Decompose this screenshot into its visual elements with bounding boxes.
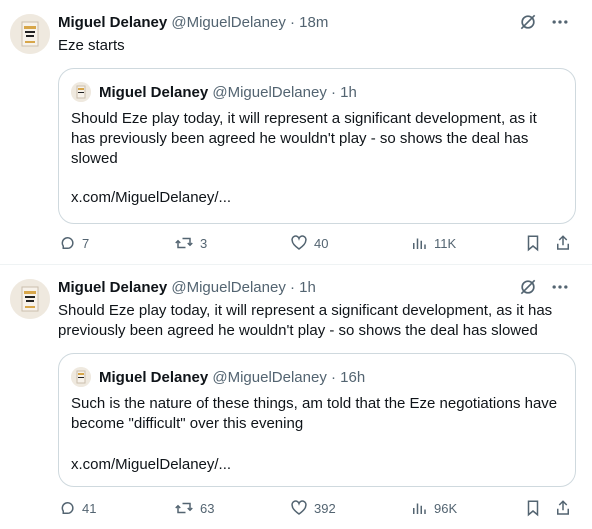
views-button[interactable]: 96K (410, 499, 457, 517)
reply-button[interactable]: 7 (58, 234, 89, 252)
repost-count: 3 (200, 235, 208, 251)
like-button[interactable]: 40 (290, 234, 328, 252)
reply-button[interactable]: 41 (58, 499, 96, 517)
tweet-text: Should Eze play today, it will represent… (58, 302, 553, 339)
reply-count: 41 (82, 500, 97, 516)
like-button[interactable]: 392 (290, 499, 336, 517)
quoted-tweet-text: Such is the nature of these things, am t… (71, 395, 558, 432)
separator: · (331, 368, 336, 386)
more-icon[interactable] (550, 277, 570, 297)
repost-icon (174, 234, 194, 252)
views-button[interactable]: 11K (410, 234, 456, 252)
grok-icon[interactable] (518, 12, 538, 32)
repost-count: 63 (200, 500, 215, 516)
quoted-tweet-link[interactable]: x.com/MiguelDelaney/... (71, 456, 231, 473)
avatar[interactable] (10, 14, 50, 54)
quoted-author-handle: @MiguelDelaney (212, 83, 327, 101)
tweet[interactable]: Miguel Delaney @MiguelDelaney · 1h Shoul… (0, 265, 592, 529)
tweet-actions: 7 3 40 11K (58, 234, 574, 256)
quoted-tweet-header: Miguel Delaney @MiguelDelaney · 16h (71, 366, 365, 388)
quoted-tweet-link[interactable]: x.com/MiguelDelaney/... (71, 189, 231, 206)
share-button[interactable] (554, 234, 572, 252)
like-icon (290, 499, 308, 517)
tweet-header: Miguel Delaney @MiguelDelaney · 18m (58, 14, 552, 34)
bookmark-button[interactable] (524, 499, 542, 517)
repost-button[interactable]: 63 (174, 499, 214, 517)
author-name[interactable]: Miguel Delaney (58, 14, 167, 31)
bookmark-icon (524, 234, 542, 252)
more-icon[interactable] (550, 12, 570, 32)
grok-icon[interactable] (518, 277, 538, 297)
author-handle[interactable]: @MiguelDelaney (171, 279, 285, 296)
tweet-top-actions (518, 277, 570, 297)
quoted-author-name: Miguel Delaney (99, 83, 209, 101)
tweet-top-actions (518, 12, 570, 32)
quoted-tweet[interactable]: Miguel Delaney @MiguelDelaney · 16h Such… (58, 353, 576, 487)
share-button[interactable] (554, 499, 572, 517)
reply-icon (58, 499, 76, 517)
bookmark-icon (524, 499, 542, 517)
like-count: 392 (314, 500, 336, 516)
reply-icon (58, 234, 76, 252)
quoted-tweet[interactable]: Miguel Delaney @MiguelDelaney · 1h Shoul… (58, 68, 576, 224)
tweet-header: Miguel Delaney @MiguelDelaney · 1h (58, 279, 552, 299)
views-icon (410, 499, 428, 517)
author-name[interactable]: Miguel Delaney (58, 279, 167, 296)
tweet-text: Eze starts (58, 37, 125, 54)
repost-button[interactable]: 3 (174, 234, 207, 252)
tweet-actions: 41 63 392 96K (58, 499, 574, 521)
quoted-author-handle: @MiguelDelaney (212, 368, 327, 386)
avatar[interactable] (10, 279, 50, 319)
repost-icon (174, 499, 194, 517)
tweet[interactable]: Miguel Delaney @MiguelDelaney · 18m Eze … (0, 0, 592, 264)
views-icon (410, 234, 428, 252)
quoted-avatar (71, 82, 91, 102)
separator: · (290, 14, 295, 31)
separator: · (331, 83, 336, 101)
share-icon (554, 499, 572, 517)
like-count: 40 (314, 235, 329, 251)
bookmark-button[interactable] (524, 234, 542, 252)
separator: · (290, 279, 295, 296)
share-icon (554, 234, 572, 252)
quoted-author-name: Miguel Delaney (99, 368, 209, 386)
views-count: 96K (434, 500, 458, 516)
views-count: 11K (434, 235, 457, 251)
timestamp[interactable]: 1h (299, 279, 316, 296)
quoted-tweet-text: Should Eze play today, it will represent… (71, 110, 537, 167)
quoted-tweet-header: Miguel Delaney @MiguelDelaney · 1h (71, 81, 357, 103)
quoted-timestamp: 16h (340, 368, 366, 386)
author-handle[interactable]: @MiguelDelaney (171, 14, 285, 31)
reply-count: 7 (82, 235, 90, 251)
quoted-avatar (71, 367, 91, 387)
timestamp[interactable]: 18m (299, 14, 328, 31)
like-icon (290, 234, 308, 252)
quoted-timestamp: 1h (340, 83, 357, 101)
